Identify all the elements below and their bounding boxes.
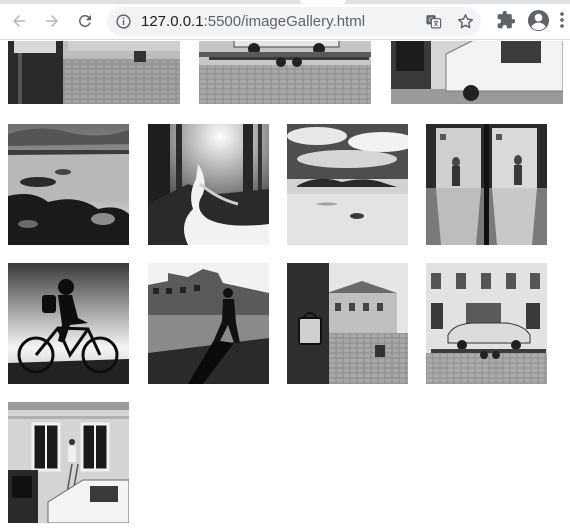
gallery-image-car-trailer-1[interactable]: [199, 41, 371, 104]
photo-facade-ladder: [8, 402, 129, 523]
photo-toilet-oldtown: [287, 263, 408, 384]
gallery-image-beach-island[interactable]: [287, 124, 408, 245]
address-bar[interactable]: 127.0.0.1:5500/imageGallery.html G: [107, 7, 481, 36]
gallery-image-waterfall[interactable]: [148, 124, 269, 245]
back-button[interactable]: [6, 8, 32, 34]
url-text[interactable]: 127.0.0.1:5500/imageGallery.html: [141, 13, 365, 30]
gallery-viewport: [0, 41, 570, 531]
kebab-menu-icon[interactable]: [557, 10, 567, 30]
forward-button[interactable]: [39, 8, 65, 34]
puzzle-icon[interactable]: [496, 10, 516, 30]
photo-toilet-street: [8, 41, 180, 104]
star-icon[interactable]: [456, 12, 475, 31]
gallery-image-van-toilet[interactable]: [391, 41, 563, 104]
gallery-image-cyclist[interactable]: [8, 263, 129, 384]
photo-waterfall: [148, 124, 269, 245]
photo-pedestrian-square: [148, 263, 269, 384]
arrow-right-icon: [46, 15, 58, 27]
photo-van-toilet: [391, 41, 563, 104]
gallery-image-pedestrian-square[interactable]: [148, 263, 269, 384]
info-icon[interactable]: [115, 13, 132, 30]
photo-cyclist: [8, 263, 129, 384]
gallery-image-lake-shore[interactable]: [8, 124, 129, 245]
photo-car-trailer-2: [426, 263, 547, 384]
arrow-left-icon: [13, 15, 25, 27]
browser-toolbar: 127.0.0.1:5500/imageGallery.html G: [0, 0, 570, 40]
gallery-image-shop-window[interactable]: [426, 124, 547, 245]
reload-icon: [79, 15, 91, 27]
reload-button[interactable]: [72, 8, 98, 34]
photo-shop-window: [426, 124, 547, 245]
url-host: 127.0.0.1: [141, 13, 204, 30]
url-path: :5500/imageGallery.html: [203, 13, 366, 30]
gallery-image-toilet-street[interactable]: [8, 41, 180, 104]
photo-beach-island: [287, 124, 408, 245]
account-icon[interactable]: [527, 9, 550, 32]
photo-lake-shore: [8, 124, 129, 245]
gallery-image-toilet-oldtown[interactable]: [287, 263, 408, 384]
gallery-image-car-trailer-2[interactable]: [426, 263, 547, 384]
gallery-image-facade-ladder[interactable]: [8, 402, 129, 523]
tab-strip-edge: [0, 0, 570, 4]
translate-icon[interactable]: G: [425, 13, 442, 30]
photo-car-trailer-1: [199, 41, 371, 104]
